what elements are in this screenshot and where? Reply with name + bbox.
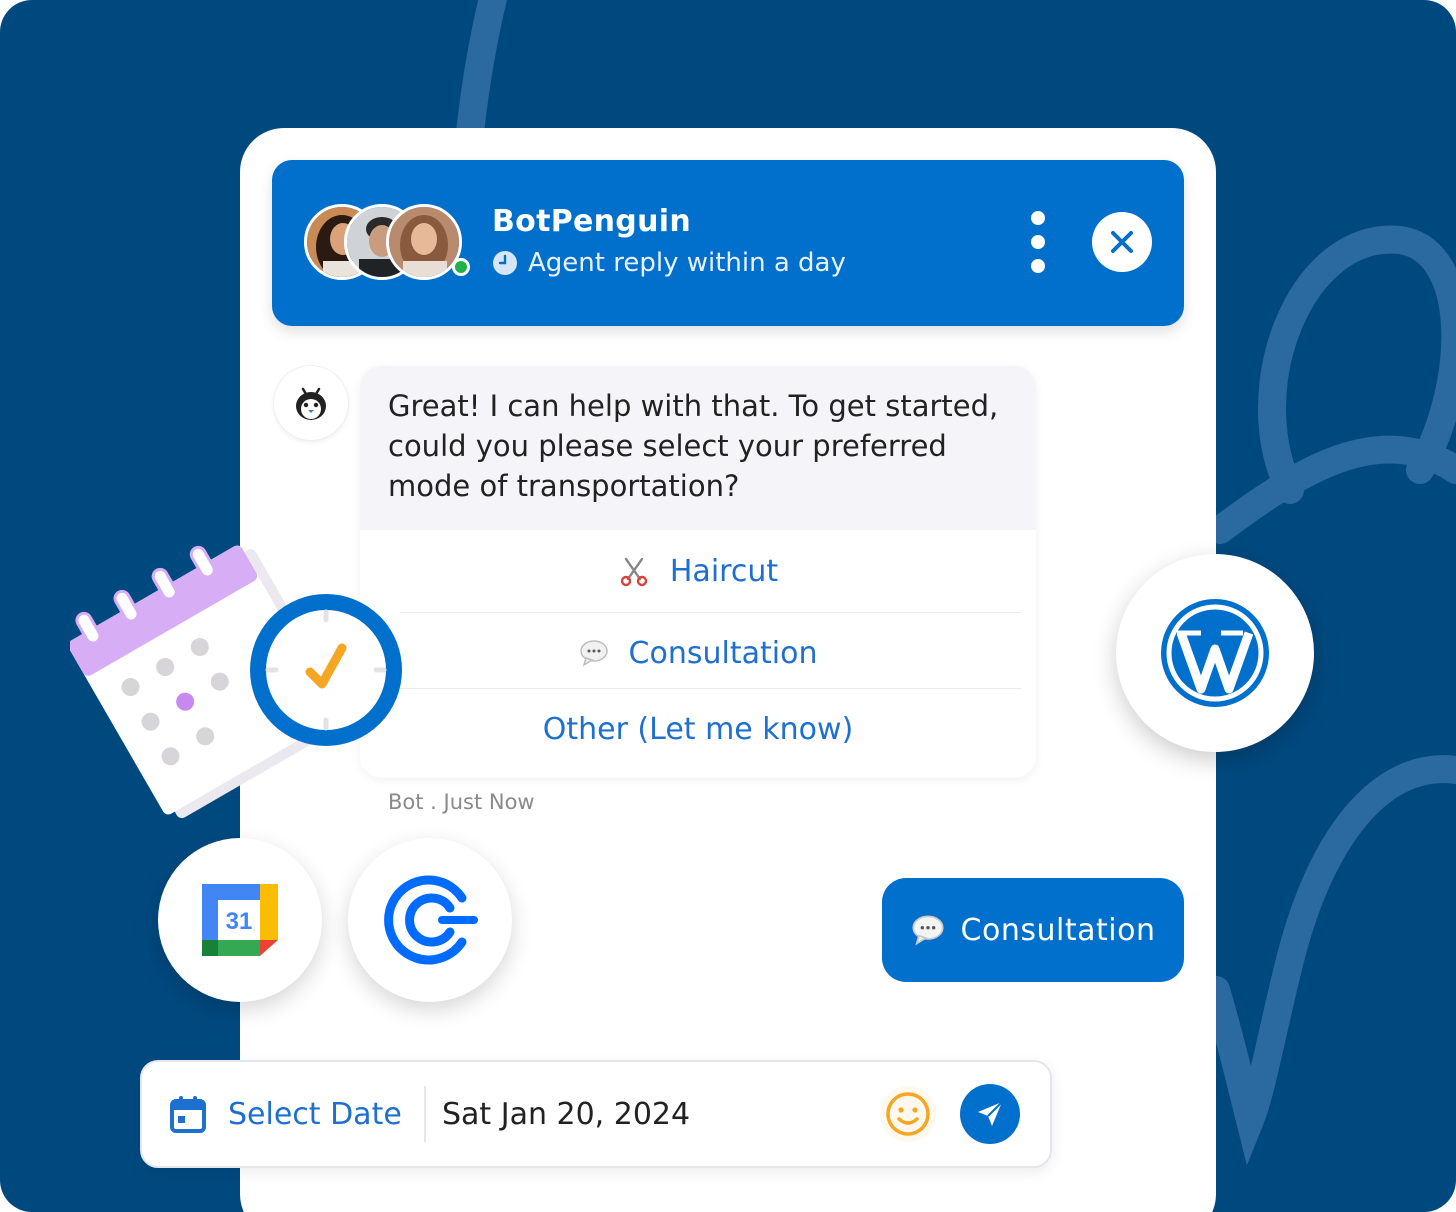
emoji-button[interactable] [880, 1086, 936, 1142]
google-calendar-integration: 31 [158, 838, 322, 1002]
option-other-label: Other (Let me know) [542, 711, 854, 747]
bot-name: BotPenguin [492, 204, 691, 239]
reply-status: Agent reply within a day [492, 248, 846, 278]
clock-icon [493, 251, 517, 275]
option-other[interactable]: Other (Let me know) [360, 704, 1036, 754]
bot-message: Great! I can help with that. To get star… [360, 366, 1036, 778]
scissors-icon [620, 557, 648, 587]
close-button[interactable] [1092, 212, 1152, 272]
bot-message-text: Great! I can help with that. To get star… [360, 366, 1036, 530]
google-calendar-icon: 31 [202, 884, 278, 956]
calendar-icon [170, 1096, 206, 1133]
wordpress-integration [1116, 554, 1314, 752]
calendly-integration [348, 838, 512, 1002]
smiley-icon [886, 1092, 930, 1136]
option-divider [400, 612, 1022, 613]
select-date-button[interactable]: Select Date [170, 1062, 402, 1166]
online-status-dot [452, 258, 470, 276]
message-input-bar: Select Date [140, 1060, 1052, 1168]
user-reply-label: Consultation [960, 912, 1156, 948]
select-date-label: Select Date [228, 1096, 402, 1132]
user-reply-consultation: Consultation [882, 878, 1184, 982]
penguin-icon [296, 387, 326, 420]
input-separator [424, 1086, 426, 1142]
calendar-clock-illustration [70, 545, 402, 819]
send-icon [978, 1101, 1003, 1126]
chat-header: BotPenguin Agent reply within a day [272, 160, 1184, 326]
reply-status-text: Agent reply within a day [528, 248, 846, 278]
more-menu-icon[interactable] [1024, 210, 1052, 276]
agent-avatar-3 [386, 204, 462, 280]
close-icon [1111, 231, 1133, 253]
date-input[interactable] [442, 1088, 842, 1140]
option-consultation-label: Consultation [628, 635, 818, 671]
wordpress-icon [1161, 599, 1269, 707]
option-consultation[interactable]: Consultation [360, 628, 1036, 678]
speech-bubble-icon [911, 915, 944, 946]
google-calendar-day: 31 [226, 908, 253, 935]
send-button[interactable] [960, 1084, 1020, 1144]
option-haircut-label: Haircut [669, 553, 779, 589]
calendly-icon [384, 875, 478, 965]
option-haircut[interactable]: Haircut [360, 546, 1036, 596]
bot-avatar [274, 366, 348, 440]
chat-widget-stage: BotPenguin Agent reply within a day Grea… [0, 0, 1456, 1212]
speech-bubble-icon [579, 640, 608, 667]
option-divider [400, 688, 1022, 689]
